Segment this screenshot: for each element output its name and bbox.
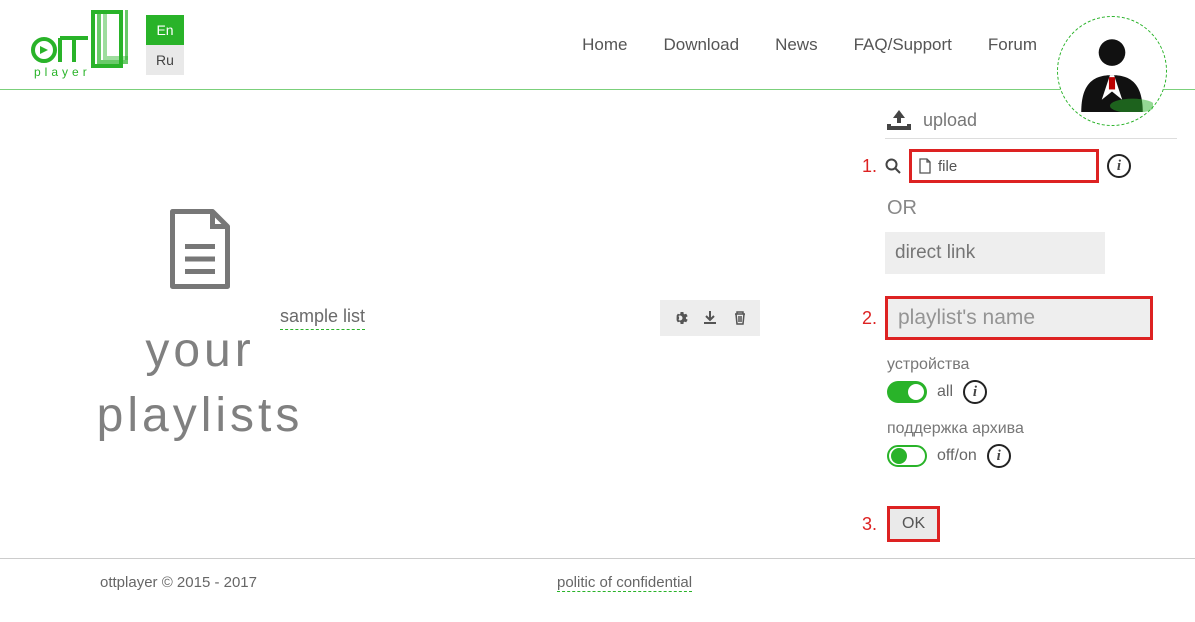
footer-copyright: ottplayer © 2015 - 2017: [100, 574, 257, 591]
info-icon[interactable]: i: [1107, 154, 1131, 178]
logo[interactable]: player: [28, 10, 128, 80]
lang-ru[interactable]: Ru: [146, 45, 184, 75]
nav-download[interactable]: Download: [663, 35, 739, 55]
playlist-name-input[interactable]: playlist's name: [885, 296, 1153, 340]
file-input[interactable]: file: [909, 149, 1099, 183]
playlist-name-placeholder: playlist's name: [898, 306, 1035, 330]
avatar[interactable]: [1057, 16, 1167, 126]
devices-toggle[interactable]: [887, 381, 927, 403]
page-title: your playlists: [97, 319, 304, 449]
playlist-actions: [660, 300, 760, 336]
svg-text:player: player: [34, 65, 91, 79]
devices-all-label: all: [937, 383, 953, 401]
footer-policy-link[interactable]: politic of confidential: [557, 574, 692, 592]
archive-toggle-label: off/on: [937, 447, 977, 465]
search-icon[interactable]: [885, 158, 901, 174]
direct-link-input[interactable]: [885, 232, 1105, 274]
document-icon: [167, 209, 233, 289]
archive-label: поддержка архива: [887, 420, 1177, 438]
or-separator: OR: [887, 197, 1177, 220]
download-icon[interactable]: [702, 310, 718, 326]
lang-en[interactable]: En: [146, 15, 184, 45]
devices-label: устройства: [887, 356, 1177, 374]
upload-label: upload: [923, 110, 977, 131]
file-label: file: [938, 158, 957, 175]
info-icon[interactable]: i: [963, 380, 987, 404]
avatar-icon: [1071, 30, 1153, 112]
trash-icon[interactable]: [732, 310, 748, 326]
title-line1: your: [145, 324, 254, 377]
nav-news[interactable]: News: [775, 35, 818, 55]
nav-home[interactable]: Home: [582, 35, 627, 55]
file-icon: [918, 158, 932, 174]
ok-button[interactable]: OK: [887, 506, 940, 542]
info-icon[interactable]: i: [987, 444, 1011, 468]
nav-forum[interactable]: Forum: [988, 35, 1037, 55]
ottplayer-logo-icon: player: [28, 10, 128, 80]
nav-faq[interactable]: FAQ/Support: [854, 35, 952, 55]
gear-icon[interactable]: [672, 310, 688, 326]
playlist-sample-link[interactable]: sample list: [280, 306, 365, 330]
archive-toggle[interactable]: [887, 445, 927, 467]
title-line2: playlists: [97, 389, 304, 442]
upload-icon: [885, 108, 913, 132]
